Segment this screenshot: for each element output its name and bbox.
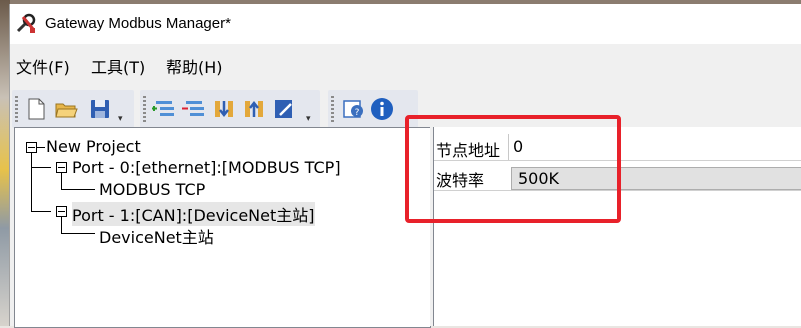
collapse-port1-icon[interactable] — [56, 206, 67, 217]
svg-text:?: ? — [355, 108, 360, 118]
toolbar-grip[interactable] — [15, 96, 18, 122]
tree-connector — [61, 172, 62, 190]
menu-bar: 文件(F) 工具(T) 帮助(H) — [10, 52, 801, 80]
tree-connector — [31, 211, 51, 212]
toolbar-grip[interactable] — [331, 96, 334, 122]
edit-toolbar: ▾ — [140, 90, 320, 128]
help-icon[interactable]: ? — [342, 97, 366, 121]
toolbar-grip[interactable] — [143, 96, 146, 122]
info-icon[interactable] — [370, 97, 394, 121]
tree-connector — [61, 216, 62, 234]
tree-connector — [61, 189, 95, 190]
tree-port1-selected[interactable]: Port - 1:[CAN]:[DeviceNet主站] — [72, 202, 315, 226]
collapse-port0-icon[interactable] — [56, 162, 67, 173]
edit-icon[interactable] — [272, 97, 296, 121]
tree-connector — [31, 149, 32, 212]
tree-port0[interactable]: Port - 0:[ethernet]:[MODBUS TCP] — [72, 158, 341, 177]
upload-icon[interactable] — [242, 97, 266, 121]
app-tools-icon — [16, 13, 36, 33]
collapse-root-icon[interactable] — [26, 142, 37, 153]
app-window: Gateway Modbus Manager* 文件(F) 工具(T) 帮助(H… — [9, 4, 801, 328]
toolbar-overflow-icon[interactable]: ▾ — [118, 114, 128, 124]
add-port-icon[interactable] — [152, 97, 176, 121]
tree-connector — [37, 147, 45, 148]
project-tree[interactable]: New Project Port - 0:[ethernet]:[MODBUS … — [14, 127, 431, 328]
tree-connector — [31, 167, 51, 168]
tree-port0-modbus-tcp[interactable]: MODBUS TCP — [99, 180, 205, 199]
tree-port1-devicenet[interactable]: DeviceNet主站 — [99, 224, 214, 248]
tree-root-project[interactable]: New Project — [46, 137, 141, 156]
download-icon[interactable] — [212, 97, 236, 121]
highlight-annotation-box — [405, 115, 621, 223]
menu-tools[interactable]: 工具(T) — [91, 54, 145, 78]
tree-connector — [61, 233, 95, 234]
open-folder-icon[interactable] — [54, 97, 78, 121]
title-bar[interactable]: Gateway Modbus Manager* — [10, 4, 801, 44]
remove-port-icon[interactable] — [182, 97, 206, 121]
toolbar-overflow-icon[interactable]: ▾ — [306, 114, 316, 124]
menu-file[interactable]: 文件(F) — [16, 54, 70, 78]
menu-help[interactable]: 帮助(H) — [166, 54, 223, 78]
save-icon[interactable] — [88, 97, 112, 121]
window-title: Gateway Modbus Manager* — [45, 15, 231, 32]
file-toolbar: ▾ — [12, 90, 134, 128]
new-file-icon[interactable] — [24, 97, 48, 121]
